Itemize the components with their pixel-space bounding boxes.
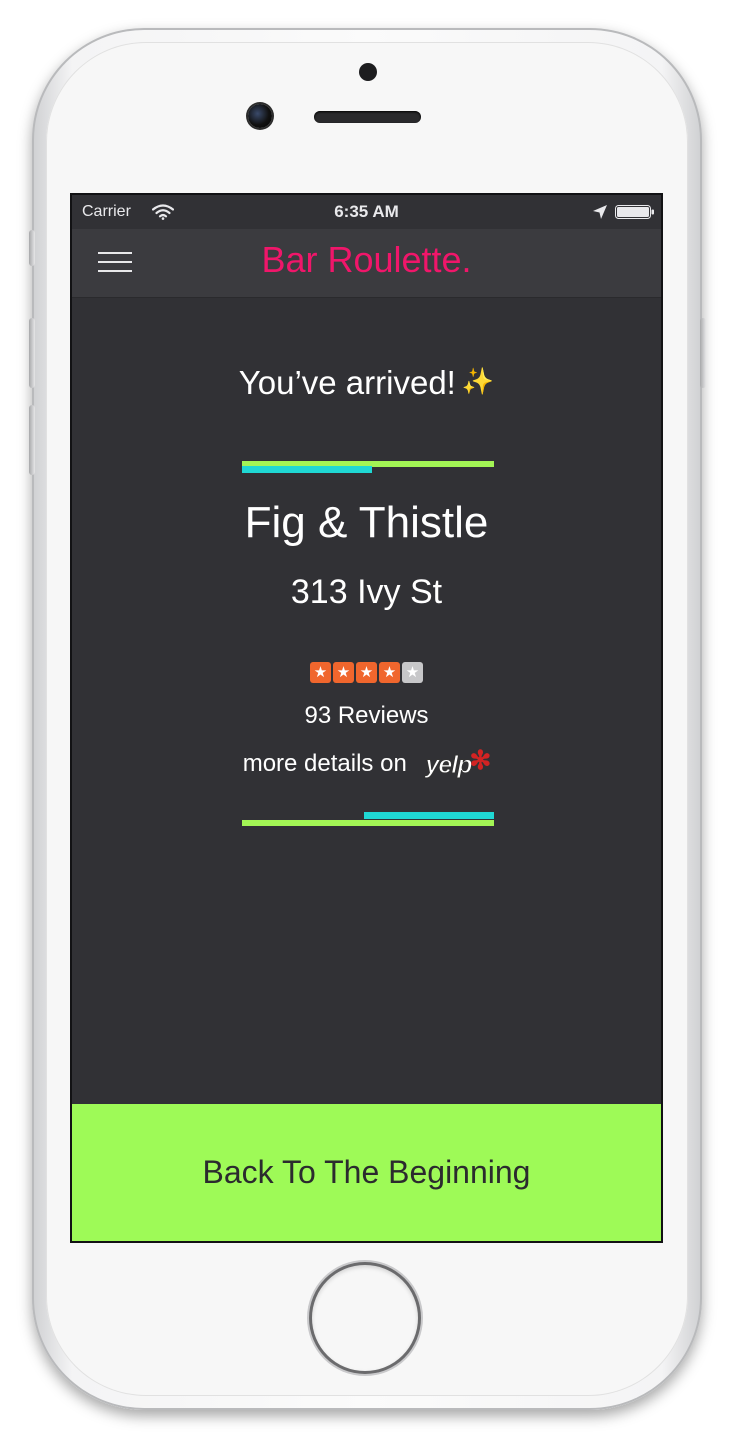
yelp-logo-icon[interactable]: yelp✻ <box>425 745 491 780</box>
volume-up-button <box>29 318 35 388</box>
app-screen: Carrier 6:35 AM Bar Roulette. You’ve arr… <box>70 193 663 1243</box>
earpiece-speaker <box>314 111 421 123</box>
power-button <box>700 318 706 388</box>
front-camera-icon <box>248 104 272 128</box>
star-icon: ★ <box>379 662 400 683</box>
status-time: 6:35 AM <box>334 202 399 221</box>
star-icon: ★ <box>310 662 331 683</box>
battery-icon <box>615 205 654 219</box>
nav-bar: Bar Roulette. <box>72 229 661 298</box>
arrived-heading: You’ve arrived! ✨ <box>72 364 661 402</box>
yelp-details-link[interactable]: more details on yelp✻ <box>72 745 661 780</box>
arrived-text: You’ve arrived! <box>238 364 456 401</box>
review-count: 93 Reviews <box>304 702 429 729</box>
bar-name: Fig & Thistle <box>244 498 489 547</box>
bar-address: 313 Ivy St <box>290 573 443 611</box>
star-rating: ★ ★ ★ ★ ★ <box>310 662 423 684</box>
star-empty-icon: ★ <box>402 662 423 683</box>
details-label: more details on <box>242 750 407 777</box>
status-bar: Carrier 6:35 AM <box>72 195 661 229</box>
home-button[interactable] <box>312 1265 418 1371</box>
star-icon: ★ <box>356 662 377 683</box>
back-to-beginning-button[interactable]: Back To The Beginning <box>72 1104 661 1241</box>
star-icon: ★ <box>333 662 354 683</box>
sparkles-icon: ✨ <box>461 366 495 396</box>
location-arrow-icon <box>593 205 607 219</box>
bottom-divider <box>242 812 494 828</box>
top-divider <box>242 461 494 475</box>
proximity-sensor <box>359 63 377 81</box>
volume-down-button <box>29 405 35 475</box>
app-title: Bar Roulette. <box>261 239 472 280</box>
mute-switch <box>29 230 35 266</box>
